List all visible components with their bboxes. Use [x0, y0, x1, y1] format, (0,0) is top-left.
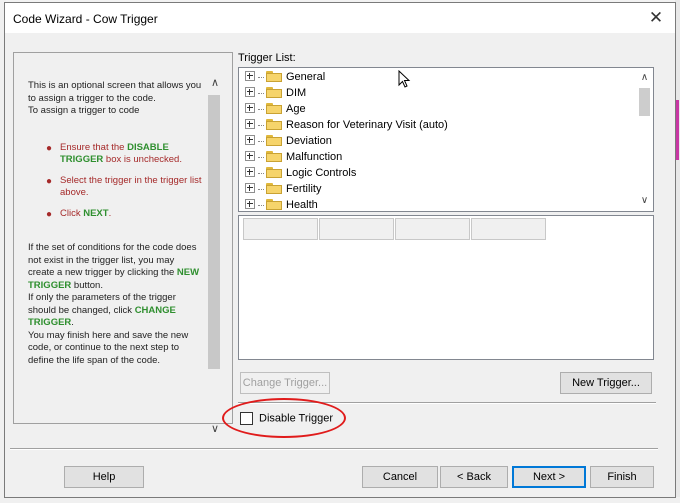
- bullet-dot-icon: ●: [46, 142, 53, 154]
- help-text: This is an optional screen that allows y…: [28, 80, 202, 412]
- plus-box-icon[interactable]: [245, 103, 255, 114]
- plus-box-icon[interactable]: [245, 135, 255, 146]
- folder-icon: [266, 198, 282, 210]
- tree-item-logic-controls[interactable]: Logic Controls: [245, 166, 356, 183]
- folder-icon: [266, 134, 282, 146]
- help-bullet: ● Select the trigger in the trigger list…: [46, 174, 202, 199]
- folder-icon: [266, 150, 282, 162]
- annotation-circle: [222, 398, 346, 438]
- help-bullet: ● Click NEXT.: [46, 207, 112, 220]
- help-bullet-list: ● Ensure that the DISABLE TRIGGER box is…: [28, 142, 202, 221]
- grid-column-header[interactable]: [319, 218, 394, 240]
- scrollbar-thumb[interactable]: [208, 95, 220, 369]
- tree-item-fertility[interactable]: Fertility: [245, 182, 321, 199]
- window-title: Code Wizard - Cow Trigger: [13, 12, 158, 26]
- help-scrollbar[interactable]: ∧ ∨: [206, 75, 224, 435]
- grid-column-header[interactable]: [243, 218, 318, 240]
- tree-item-health[interactable]: Health: [245, 198, 318, 211]
- folder-icon: [266, 118, 282, 130]
- chevron-up-icon[interactable]: ∧: [636, 70, 653, 86]
- trigger-tree[interactable]: General DIM Age Reason for Veterinary Vi…: [238, 67, 654, 212]
- folder-icon: [266, 182, 282, 194]
- grid-column-header[interactable]: [471, 218, 546, 240]
- plus-box-icon[interactable]: [245, 119, 255, 130]
- trigger-list-label: Trigger List:: [238, 52, 296, 64]
- help-panel: This is an optional screen that allows y…: [13, 52, 233, 435]
- background-accent: [676, 100, 679, 160]
- next-button[interactable]: Next >: [512, 466, 586, 488]
- change-trigger-button[interactable]: Change Trigger...: [240, 372, 330, 394]
- help-intro-2: To assign a trigger to code: [28, 105, 140, 116]
- tree-item-vet-visit[interactable]: Reason for Veterinary Visit (auto): [245, 118, 448, 135]
- finish-button[interactable]: Finish: [590, 466, 654, 488]
- help-bullet: ● Ensure that the DISABLE TRIGGER box is…: [46, 141, 182, 166]
- plus-box-icon[interactable]: [245, 167, 255, 178]
- footer-divider: [10, 448, 658, 450]
- chevron-down-icon[interactable]: ∨: [206, 421, 224, 437]
- grid-column-header[interactable]: [395, 218, 470, 240]
- chevron-down-icon[interactable]: ∨: [636, 193, 653, 209]
- tree-item-age[interactable]: Age: [245, 102, 306, 119]
- help-paragraph-new-trigger: If the set of conditions for the code do…: [28, 242, 200, 291]
- folder-icon: [266, 70, 282, 82]
- help-paragraph-change-trigger: If only the parameters of the trigger sh…: [28, 292, 176, 328]
- title-bar: Code Wizard - Cow Trigger ✕: [5, 3, 675, 33]
- cancel-button[interactable]: Cancel: [362, 466, 438, 488]
- close-icon[interactable]: ✕: [645, 7, 667, 29]
- scrollbar-thumb[interactable]: [639, 88, 650, 116]
- bullet-dot-icon: ●: [46, 175, 53, 187]
- help-button[interactable]: Help: [64, 466, 144, 488]
- help-paragraph-finish: You may finish here and save the new cod…: [28, 329, 189, 366]
- tree-scrollbar[interactable]: ∧ ∨: [636, 68, 653, 211]
- back-button[interactable]: < Back: [440, 466, 508, 488]
- help-intro: This is an optional screen that allows y…: [28, 80, 202, 104]
- plus-box-icon[interactable]: [245, 151, 255, 162]
- plus-box-icon[interactable]: [245, 71, 255, 82]
- tree-item-general[interactable]: General: [245, 70, 325, 87]
- folder-icon: [266, 86, 282, 98]
- bullet-dot-icon: ●: [46, 208, 53, 220]
- trigger-details-grid[interactable]: [238, 215, 654, 360]
- folder-icon: [266, 102, 282, 114]
- tree-item-deviation[interactable]: Deviation: [245, 134, 332, 151]
- grid-header: [243, 218, 547, 240]
- chevron-up-icon[interactable]: ∧: [206, 75, 224, 91]
- mouse-cursor-icon: [398, 70, 411, 88]
- tree-item-malfunction[interactable]: Malfunction: [245, 150, 342, 167]
- plus-box-icon[interactable]: [245, 199, 255, 210]
- plus-box-icon[interactable]: [245, 87, 255, 98]
- tree-item-dim[interactable]: DIM: [245, 86, 306, 103]
- new-trigger-button[interactable]: New Trigger...: [560, 372, 652, 394]
- folder-icon: [266, 166, 282, 178]
- plus-box-icon[interactable]: [245, 183, 255, 194]
